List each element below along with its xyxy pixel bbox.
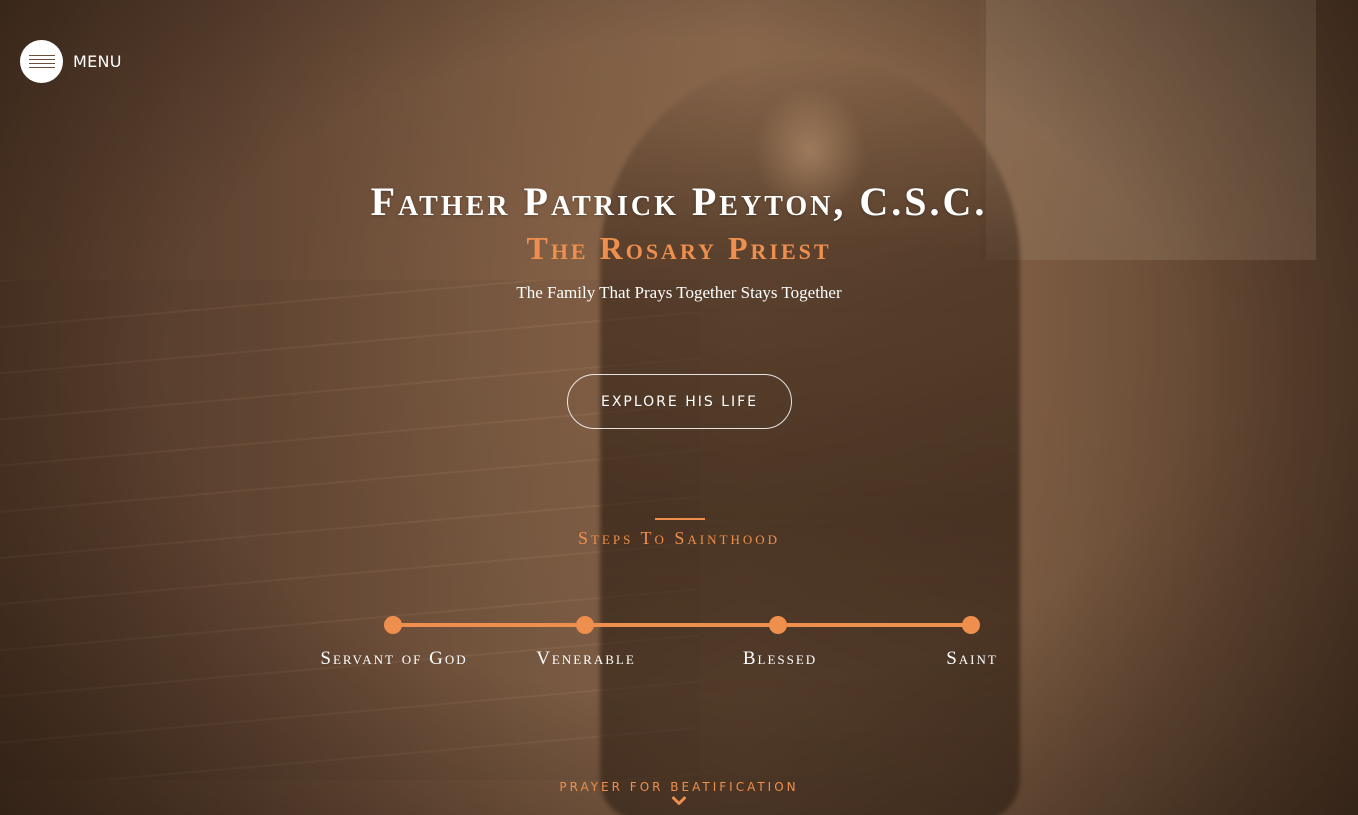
timeline-dot-servant-of-god[interactable]: [384, 616, 402, 634]
steps-divider: [655, 518, 705, 520]
stage-saint[interactable]: Saint: [872, 648, 1072, 670]
tagline: The Family That Prays Together Stays Tog…: [516, 283, 842, 302]
page-title: Father Patrick Peyton, C.S.C.: [370, 179, 988, 224]
prayer-for-beatification-link[interactable]: PRAYER FOR BEATIFICATION: [0, 780, 1358, 806]
menu-label[interactable]: MENU: [73, 52, 122, 71]
steps-heading: Steps To Sainthood: [577, 528, 781, 548]
timeline-dot-blessed[interactable]: [769, 616, 787, 634]
explore-his-life-button[interactable]: EXPLORE HIS LIFE: [567, 374, 792, 429]
hamburger-icon[interactable]: [20, 40, 63, 83]
chevron-down-icon[interactable]: [672, 796, 686, 806]
timeline-dot-venerable[interactable]: [576, 616, 594, 634]
stage-venerable[interactable]: Venerable: [486, 648, 686, 670]
page-subtitle: The Rosary Priest: [526, 230, 832, 266]
prayer-link-label[interactable]: PRAYER FOR BEATIFICATION: [0, 780, 1358, 794]
timeline-dot-saint[interactable]: [962, 616, 980, 634]
stage-servant-of-god[interactable]: Servant of God: [294, 648, 494, 670]
stage-blessed[interactable]: Blessed: [680, 648, 880, 670]
menu-button[interactable]: MENU: [20, 40, 122, 83]
